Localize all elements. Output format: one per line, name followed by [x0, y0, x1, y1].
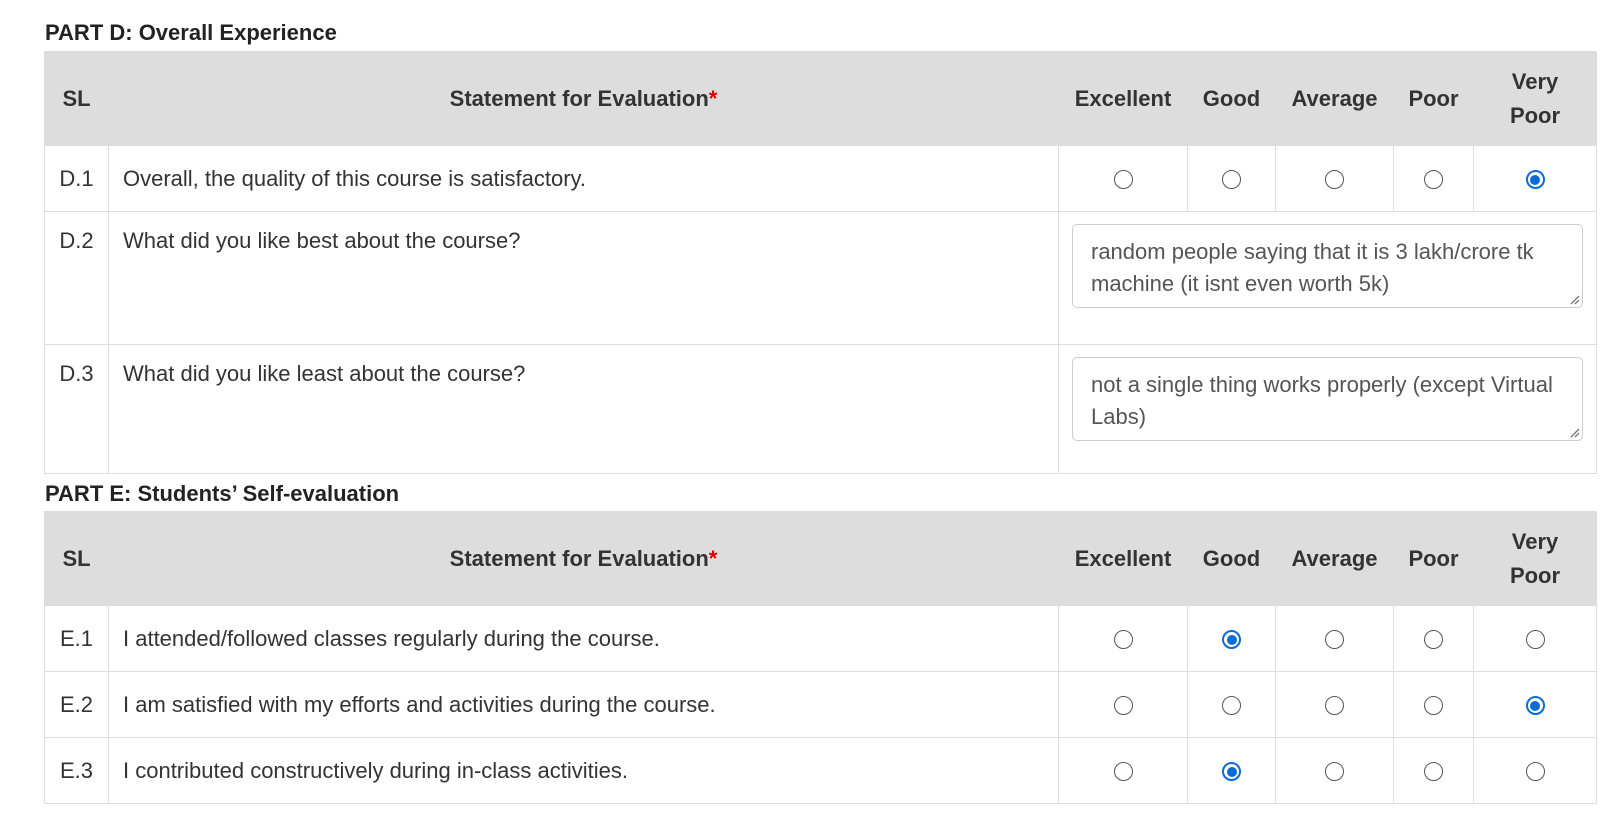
table-row: D.3 What did you like least about the co… [44, 344, 1597, 474]
row-sl: E.3 [44, 737, 109, 804]
table-row: D.2 What did you like best about the cou… [44, 211, 1597, 345]
radio-excellent[interactable] [1113, 696, 1133, 716]
row-sl: D.1 [44, 145, 109, 212]
table-row: E.2 I am satisfied with my efforts and a… [44, 671, 1597, 738]
radio-good[interactable] [1222, 696, 1241, 716]
header-average: Average [1275, 51, 1394, 146]
cell-good [1187, 671, 1276, 738]
header-very-poor: Very Poor [1473, 511, 1597, 606]
radio-excellent[interactable] [1113, 762, 1133, 782]
response-cell: not a single thing works properly (excep… [1058, 344, 1597, 474]
header-very-poor-line1: Very [1511, 68, 1559, 94]
header-statement-label: Statement for Evaluation [449, 85, 709, 111]
cell-very-poor [1473, 671, 1597, 738]
cell-excellent [1058, 737, 1188, 804]
header-excellent: Excellent [1058, 51, 1188, 146]
cell-very-poor [1473, 737, 1597, 804]
part-d-table: SL Statement for Evaluation* Excellent G… [44, 51, 1597, 474]
cell-poor [1393, 145, 1474, 212]
cell-good [1187, 145, 1276, 212]
header-very-poor-line1: Very [1511, 528, 1559, 554]
cell-average [1275, 605, 1394, 672]
radio-excellent[interactable] [1113, 170, 1133, 190]
row-sl: D.3 [44, 344, 109, 474]
header-good: Good [1187, 51, 1276, 146]
radio-excellent[interactable] [1113, 630, 1133, 650]
part-e-title: PART E: Students’ Self-evaluation [45, 481, 400, 506]
cell-average [1275, 737, 1394, 804]
textarea-value: not a single thing works properly (excep… [1091, 372, 1553, 429]
header-very-poor-line2: Poor [1509, 102, 1561, 128]
header-very-poor-line2: Poor [1509, 562, 1561, 588]
required-mark: * [708, 545, 718, 571]
radio-average[interactable] [1325, 762, 1344, 782]
header-very-poor: Very Poor [1473, 51, 1597, 146]
radio-very-poor[interactable] [1525, 170, 1545, 190]
cell-very-poor [1473, 145, 1597, 212]
radio-poor[interactable] [1424, 696, 1443, 716]
radio-poor[interactable] [1424, 630, 1443, 650]
radio-very-poor[interactable] [1525, 630, 1545, 650]
cell-excellent [1058, 671, 1188, 738]
radio-poor[interactable] [1424, 170, 1443, 190]
row-statement: I contributed constructively during in-c… [108, 737, 1059, 804]
resize-handle-icon[interactable] [1568, 293, 1580, 305]
row-sl: D.2 [44, 211, 109, 345]
part-e-table: SL Statement for Evaluation* Excellent G… [44, 511, 1597, 804]
response-cell: random people saying that it is 3 lakh/c… [1058, 211, 1597, 345]
part-d-title: PART D: Overall Experience [45, 20, 337, 45]
header-excellent: Excellent [1058, 511, 1188, 606]
cell-average [1275, 145, 1394, 212]
row-statement: Overall, the quality of this course is s… [108, 145, 1059, 212]
table-header-row: SL Statement for Evaluation* Excellent G… [44, 51, 1597, 146]
row-statement: What did you like least about the course… [108, 344, 1059, 474]
best-about-course-textarea[interactable]: random people saying that it is 3 lakh/c… [1072, 224, 1583, 308]
radio-average[interactable] [1325, 630, 1344, 650]
radio-very-poor[interactable] [1525, 762, 1545, 782]
textarea-value: random people saying that it is 3 lakh/c… [1091, 239, 1534, 296]
row-sl: E.1 [44, 605, 109, 672]
cell-poor [1393, 671, 1474, 738]
least-about-course-textarea[interactable]: not a single thing works properly (excep… [1072, 357, 1583, 441]
header-sl: SL [44, 51, 109, 146]
required-mark: * [708, 85, 718, 111]
row-statement: I am satisfied with my efforts and activ… [108, 671, 1059, 738]
cell-excellent [1058, 605, 1188, 672]
row-sl: E.2 [44, 671, 109, 738]
radio-good[interactable] [1222, 170, 1241, 190]
header-poor: Poor [1393, 51, 1474, 146]
header-statement-label: Statement for Evaluation [449, 545, 709, 571]
radio-good[interactable] [1222, 630, 1241, 650]
header-statement: Statement for Evaluation* [108, 511, 1059, 606]
cell-good [1187, 737, 1276, 804]
table-header-row: SL Statement for Evaluation* Excellent G… [44, 511, 1597, 606]
resize-handle-icon[interactable] [1568, 426, 1580, 438]
row-statement: What did you like best about the course? [108, 211, 1059, 345]
header-average: Average [1275, 511, 1394, 606]
radio-very-poor[interactable] [1525, 696, 1545, 716]
header-good: Good [1187, 511, 1276, 606]
radio-average[interactable] [1325, 170, 1344, 190]
header-statement: Statement for Evaluation* [108, 51, 1059, 146]
cell-average [1275, 671, 1394, 738]
radio-average[interactable] [1325, 696, 1344, 716]
header-poor: Poor [1393, 511, 1474, 606]
table-row: D.1 Overall, the quality of this course … [44, 145, 1597, 212]
table-row: E.1 I attended/followed classes regularl… [44, 605, 1597, 672]
header-sl: SL [44, 511, 109, 606]
cell-excellent [1058, 145, 1188, 212]
cell-good [1187, 605, 1276, 672]
row-statement: I attended/followed classes regularly du… [108, 605, 1059, 672]
cell-poor [1393, 605, 1474, 672]
table-row: E.3 I contributed constructively during … [44, 737, 1597, 804]
radio-good[interactable] [1222, 762, 1241, 782]
radio-poor[interactable] [1424, 762, 1443, 782]
cell-very-poor [1473, 605, 1597, 672]
cell-poor [1393, 737, 1474, 804]
